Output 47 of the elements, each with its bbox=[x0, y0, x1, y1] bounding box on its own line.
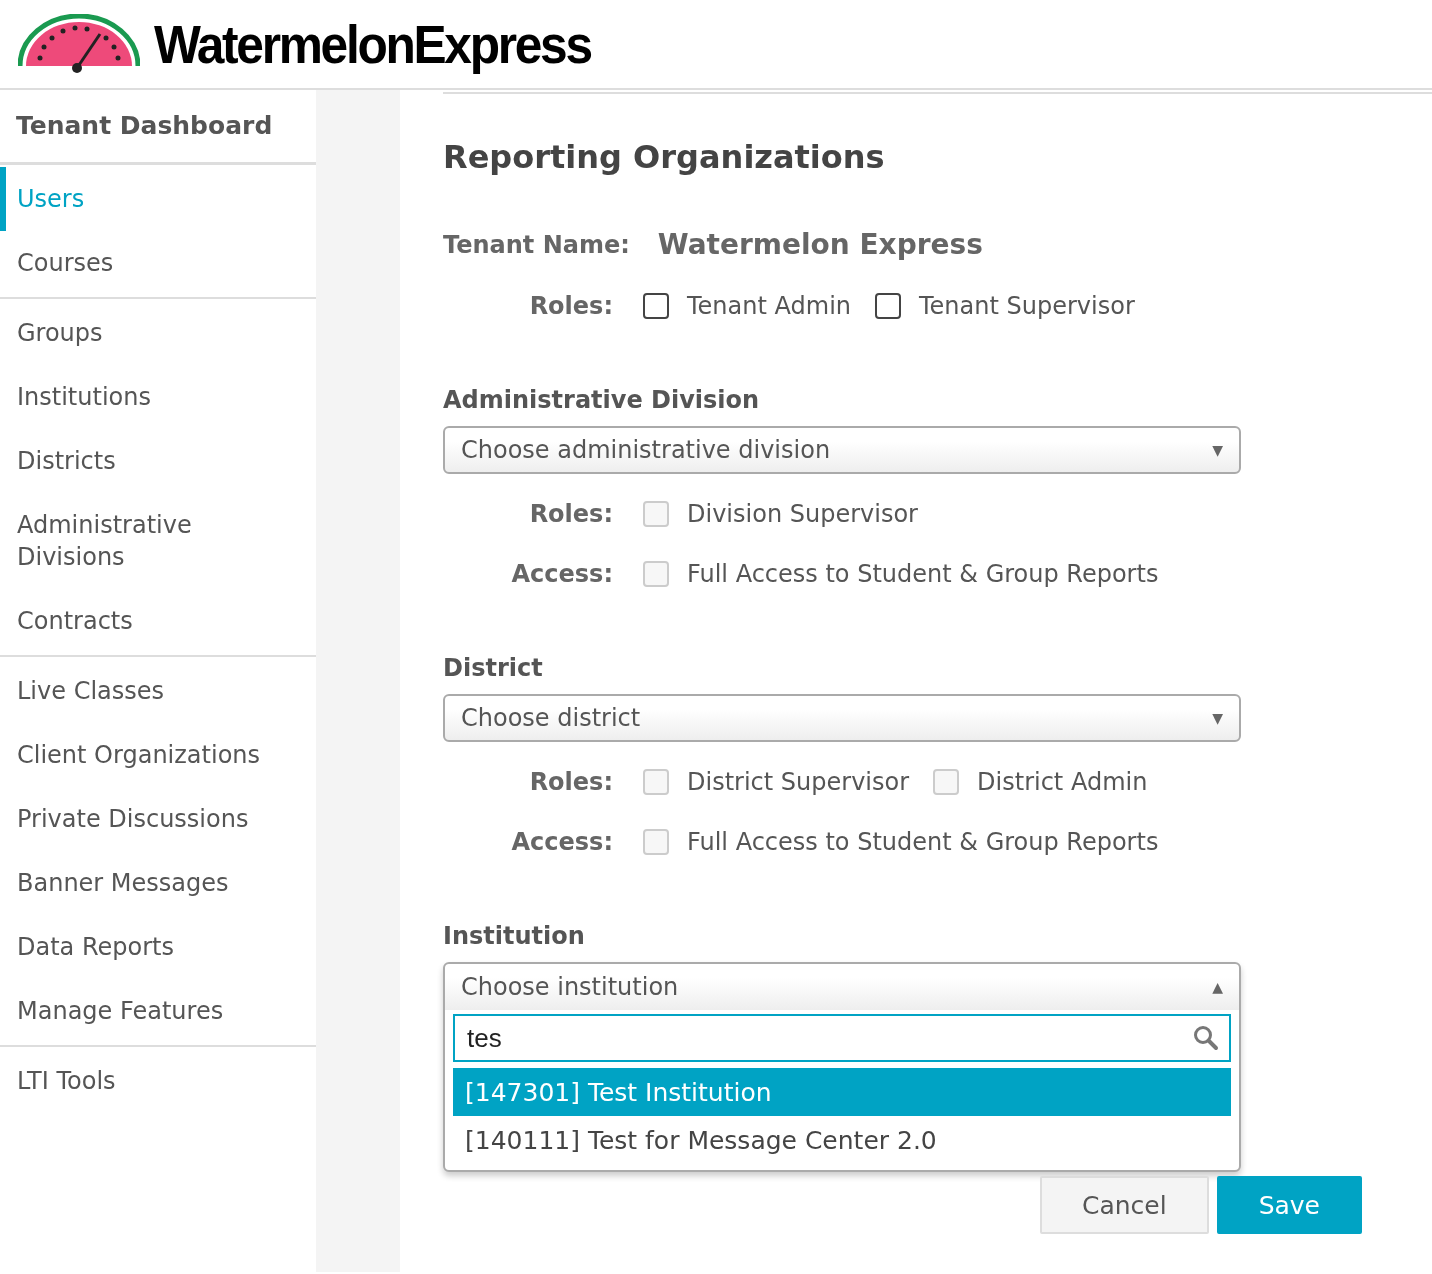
caret-icon: ▼ bbox=[1212, 439, 1223, 461]
section-heading: Institution bbox=[443, 921, 586, 953]
sidebar-item[interactable]: Administrative Divisions bbox=[0, 493, 316, 589]
sidebar-item[interactable]: Institutions bbox=[0, 365, 316, 429]
select-dropdown[interactable]: Choose administrative division ▼ bbox=[443, 426, 1241, 475]
search-icon bbox=[1193, 1025, 1219, 1052]
checkbox[interactable] bbox=[875, 293, 901, 320]
field-label: Roles: bbox=[528, 291, 613, 323]
section-heading: Administrative Division bbox=[443, 385, 761, 417]
select-placeholder: Choose institution bbox=[461, 972, 679, 1004]
checkbox-label: Full Access to Student & Group Reports bbox=[687, 559, 1159, 591]
sidebar-item[interactable]: Groups bbox=[0, 301, 316, 365]
sidebar-item[interactable]: Private Discussions bbox=[0, 787, 316, 851]
caret-icon: ▼ bbox=[1212, 707, 1223, 729]
page-title: Reporting Organizations bbox=[443, 138, 886, 177]
checkbox[interactable] bbox=[643, 293, 669, 320]
sidebar-item[interactable]: Data Reports bbox=[0, 915, 316, 979]
sidebar-item[interactable]: Districts bbox=[0, 429, 316, 493]
field-label: Access: bbox=[510, 827, 613, 859]
sidebar-item[interactable]: Contracts bbox=[0, 589, 316, 653]
sidebar-item[interactable]: LTI Tools bbox=[0, 1049, 316, 1113]
watermelon-gauge-logo-icon bbox=[18, 14, 140, 74]
sidebar-item[interactable]: Courses bbox=[0, 231, 316, 295]
checkbox-label: Tenant Admin bbox=[687, 291, 851, 323]
select-placeholder: Choose administrative division bbox=[461, 435, 831, 467]
tenant-name: Watermelon Express bbox=[657, 227, 983, 264]
checkbox-label: District Admin bbox=[977, 767, 1148, 799]
section-heading: District bbox=[443, 653, 544, 685]
field-label: Roles: bbox=[528, 767, 613, 799]
select-placeholder: Choose district bbox=[461, 703, 641, 735]
sidebar-item[interactable]: Live Classes bbox=[0, 659, 316, 723]
checkbox-label: Division Supervisor bbox=[687, 499, 918, 531]
sidebar-item[interactable]: Client Organizations bbox=[0, 723, 316, 787]
caret-icon: ▲ bbox=[1212, 976, 1223, 998]
field-label: Access: bbox=[510, 559, 613, 591]
checkbox-label: Tenant Supervisor bbox=[919, 291, 1135, 323]
field-label: Tenant Name: bbox=[443, 230, 630, 262]
select-dropdown[interactable]: Choose district ▼ bbox=[443, 694, 1241, 743]
sidebar-item[interactable]: Banner Messages bbox=[0, 851, 316, 915]
cancel-button[interactable]: Cancel bbox=[1039, 1176, 1209, 1235]
select-dropdown[interactable]: Choose institution ▲ bbox=[445, 964, 1239, 1011]
search-field[interactable]: tes bbox=[453, 1014, 1231, 1063]
dropdown-option[interactable]: [140111] Test for Message Center 2.0 bbox=[453, 1116, 1231, 1165]
checkbox-label: District Supervisor bbox=[687, 767, 910, 799]
checkbox-label: Full Access to Student & Group Reports bbox=[687, 827, 1159, 859]
field-label: Roles: bbox=[528, 499, 613, 531]
sidebar-item[interactable]: Manage Features bbox=[0, 979, 316, 1043]
